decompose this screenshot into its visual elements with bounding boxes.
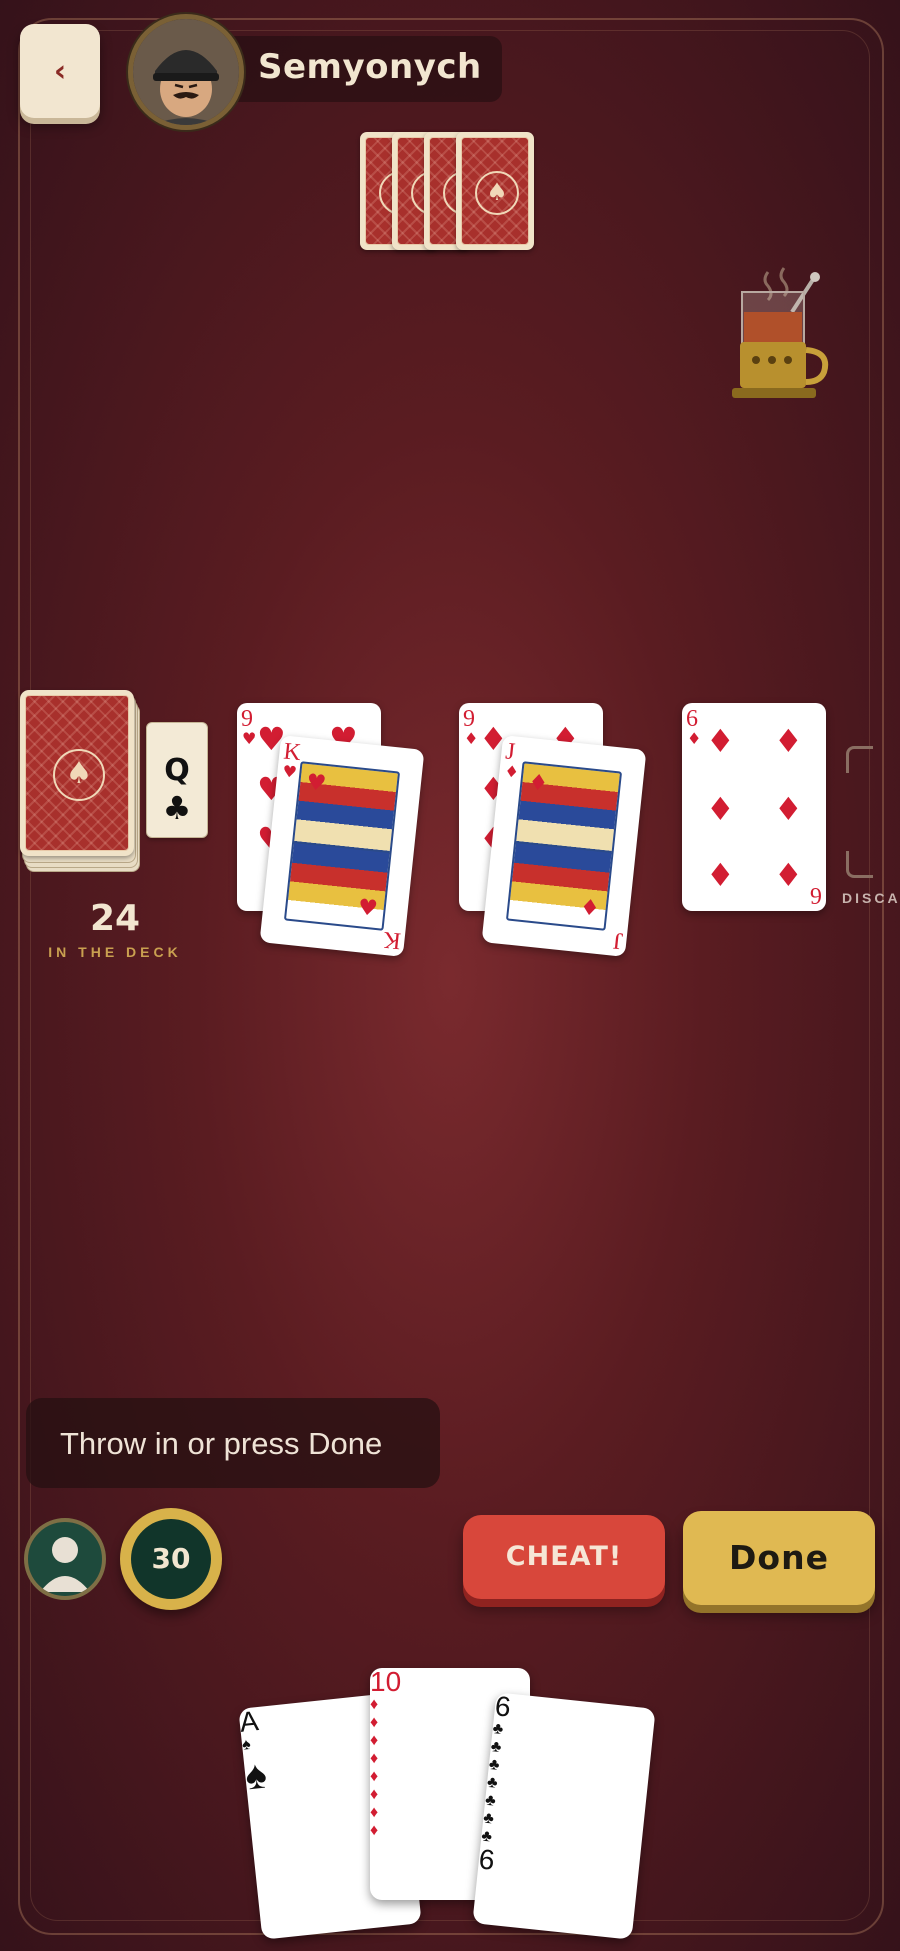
- diamond-icon: ♦: [774, 856, 803, 894]
- tea-glass-icon: [730, 262, 840, 404]
- turn-timer: 30: [120, 1508, 222, 1610]
- player-avatar[interactable]: [24, 1518, 106, 1600]
- discard-label: DISCA: [842, 890, 900, 906]
- user-icon: [40, 1537, 90, 1592]
- done-button[interactable]: Done: [683, 1511, 875, 1605]
- deck-label: IN THE DECK: [48, 944, 182, 960]
- diamond-icon: ♦: [706, 790, 735, 828]
- draw-deck: ♠: [20, 690, 140, 872]
- heart-icon: ♥: [242, 729, 257, 748]
- discard-pile: [842, 742, 900, 882]
- table-defense-card: J ♦ ♦ ♦ J: [481, 735, 647, 957]
- cheat-button[interactable]: CHEAT!: [463, 1515, 665, 1599]
- diamond-icon: ♦: [578, 895, 601, 922]
- diamond-icon: ♦: [774, 722, 803, 760]
- heart-icon: ♥: [305, 770, 328, 797]
- table-attack-card[interactable]: 6 ♦ ♦ ♦ ♦ ♦ ♦ ♦ 6: [682, 703, 826, 911]
- trump-card: Q ♣: [146, 722, 208, 838]
- diamond-icon: ♦: [706, 856, 735, 894]
- opponent-card-back: ♠: [456, 132, 534, 250]
- diamond-icon: ♦: [503, 761, 520, 782]
- timer-value: 30: [131, 1519, 211, 1599]
- diamond-icon: ♦: [527, 770, 550, 797]
- hand-card[interactable]: 6 ♣ ♣ ♣ ♣ ♣ ♣ ♣ 6: [472, 1692, 656, 1940]
- club-icon: ♣: [162, 789, 192, 827]
- diamond-icon: ♦: [464, 729, 479, 748]
- diamond-icon: ♦: [774, 790, 803, 828]
- heart-icon: ♥: [356, 895, 379, 922]
- hint-text: Throw in or press Done: [60, 1426, 383, 1461]
- diamond-icon: ♦: [706, 722, 735, 760]
- opponent-name: Semyonych: [258, 47, 482, 87]
- table-defense-card: K ♥ ♥ ♥ K: [259, 735, 425, 957]
- diamond-icon: ♦: [687, 729, 702, 748]
- jack-face-art: ♦ ♦: [505, 761, 623, 931]
- deck-count: 24: [89, 898, 141, 939]
- hint-message: Throw in or press Done: [26, 1398, 440, 1488]
- trump-rank: Q: [164, 753, 190, 788]
- king-face-art: ♥ ♥: [283, 761, 401, 931]
- back-button[interactable]: ‹: [20, 24, 100, 118]
- opponent-avatar[interactable]: [128, 14, 244, 130]
- chevron-left-icon: ‹: [53, 53, 67, 89]
- deck-top-card: ♠: [20, 690, 134, 856]
- heart-icon: ♥: [281, 761, 298, 782]
- opponent-face-icon: [133, 19, 239, 125]
